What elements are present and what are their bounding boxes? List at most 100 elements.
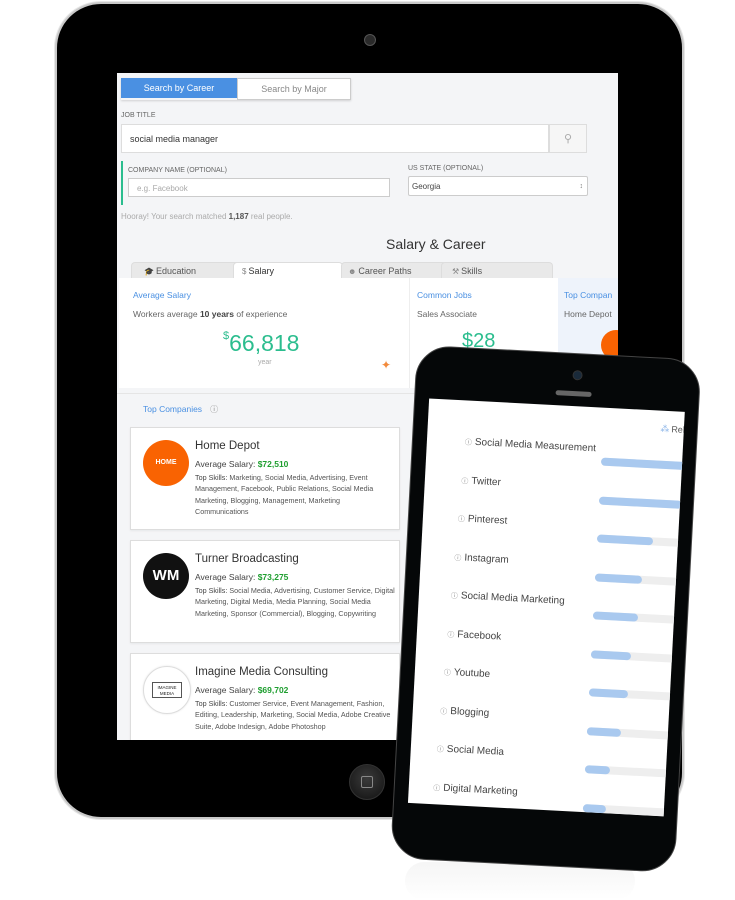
relevance-header[interactable]: ⁂Rele bbox=[660, 424, 685, 437]
relevance-bar-track bbox=[594, 572, 685, 586]
company-skills: Top Skills: Marketing, Social Media, Adv… bbox=[195, 472, 395, 517]
match-count: 1,187 bbox=[228, 212, 249, 221]
relevance-bar-track bbox=[600, 457, 685, 471]
tablet-camera bbox=[364, 34, 376, 46]
skill-label: Facebook bbox=[457, 628, 502, 643]
salary-unit: year bbox=[258, 359, 272, 366]
phone-body: ⁂Rele ⓘ Social Media Measurement ⓘ Twitter ⓘ… bbox=[390, 344, 702, 873]
experience-text: Workers average 10 years of experience bbox=[133, 309, 287, 319]
salary-value: $72,510 bbox=[257, 459, 289, 469]
match-prefix: Hooray! Your search matched bbox=[121, 212, 229, 221]
relevance-bar-fill bbox=[584, 765, 611, 775]
skill-row[interactable]: ⓘ Blogging bbox=[412, 704, 678, 740]
skill-row[interactable]: ⓘ Facebook bbox=[416, 627, 682, 663]
skills-label: Top Skills: bbox=[195, 473, 230, 482]
tab-label: Education bbox=[155, 266, 196, 276]
top-company-name: Home Depot bbox=[564, 309, 612, 319]
skill-label: Pinterest bbox=[467, 513, 508, 527]
job-title-label: JOB TITLE bbox=[121, 112, 156, 119]
salary-label: Average Salary: bbox=[195, 459, 258, 469]
skill-name: ⓘ Blogging bbox=[440, 705, 489, 719]
imagine-media-logo: IMAGINE MEDIA bbox=[143, 666, 191, 714]
search-by-major-tab[interactable]: Search by Major bbox=[237, 78, 351, 100]
relevance-bar-track bbox=[590, 649, 682, 663]
skill-row[interactable]: ⓘ Twitter bbox=[424, 473, 685, 509]
skill-label: Social Media Measurement bbox=[474, 436, 597, 455]
home-depot-logo: HOME bbox=[143, 440, 189, 486]
search-button[interactable]: ⚲ bbox=[549, 124, 587, 153]
info-icon[interactable]: ⓘ bbox=[437, 746, 444, 753]
average-salary-link[interactable]: Average Salary bbox=[133, 290, 191, 300]
skill-row[interactable]: ⓘ Digital Marketing bbox=[408, 780, 674, 817]
relevance-bar-track bbox=[584, 765, 676, 778]
salary-label: Average Salary: bbox=[195, 685, 258, 695]
skill-row[interactable]: ⓘ Pinterest bbox=[422, 511, 685, 548]
info-icon[interactable]: ⓘ bbox=[433, 785, 440, 792]
relevance-bar-track bbox=[586, 726, 678, 740]
info-icon[interactable]: ⓘ bbox=[461, 478, 468, 485]
top-companies-panel-link[interactable]: Top Compan bbox=[564, 290, 612, 300]
salary-label: Average Salary: bbox=[195, 572, 258, 582]
company-name: Turner Broadcasting bbox=[195, 553, 299, 565]
skill-row[interactable]: ⓘ Youtube bbox=[414, 665, 680, 701]
company-card[interactable]: IMAGINE MEDIA Imagine Media Consulting A… bbox=[130, 653, 400, 740]
phone-camera bbox=[572, 369, 583, 381]
info-icon[interactable]: ⓘ bbox=[447, 631, 454, 638]
info-icon[interactable]: ⓘ bbox=[451, 593, 458, 600]
skill-name: ⓘ Digital Marketing bbox=[433, 782, 518, 797]
top-companies-title: Top Companies bbox=[143, 404, 203, 414]
us-state-value: Georgia bbox=[412, 182, 441, 191]
job-title-input[interactable]: social media manager bbox=[121, 124, 549, 153]
skills-label: Top Skills: bbox=[195, 699, 230, 708]
relevance-bar-fill bbox=[590, 649, 632, 660]
salary-value: $69,702 bbox=[257, 685, 289, 695]
relevance-bar-fill bbox=[594, 572, 643, 584]
skill-row[interactable]: ⓘ Social Media bbox=[410, 742, 676, 778]
search-by-career-tab[interactable]: Search by Career bbox=[121, 78, 237, 98]
company-salary: Average Salary: $72,510 bbox=[195, 459, 288, 469]
skill-row[interactable]: ⓘ Social Media Measurement bbox=[426, 434, 685, 471]
company-name-input[interactable]: e.g. Facebook bbox=[128, 178, 390, 197]
tab-salary[interactable]: $ Salary bbox=[233, 262, 343, 279]
company-name: Imagine Media Consulting bbox=[195, 666, 328, 678]
relevance-bar-fill bbox=[600, 457, 685, 471]
dollar-icon: $ bbox=[242, 267, 247, 276]
relevance-bar-fill bbox=[582, 803, 607, 813]
company-card[interactable]: HOME Home Depot Average Salary: $72,510 … bbox=[130, 427, 400, 530]
tab-label: Skills bbox=[461, 266, 483, 276]
tab-career-paths[interactable]: ☻ Career Paths bbox=[341, 262, 447, 279]
skill-label: Social Media bbox=[446, 743, 505, 758]
relevance-bar-track bbox=[592, 611, 684, 625]
tab-skills[interactable]: ⚒ Skills bbox=[441, 262, 553, 279]
career-tabs: 🎓 Education $ Salary ☻ Career Paths ⚒ Skills bbox=[125, 262, 555, 279]
company-card[interactable]: WM Turner Broadcasting Average Salary: $… bbox=[130, 540, 400, 643]
click-pointer-icon: ✦ bbox=[381, 358, 392, 372]
info-icon[interactable]: ⓘ bbox=[440, 708, 447, 715]
skill-label: Digital Marketing bbox=[443, 782, 518, 798]
relevance-bar-track bbox=[598, 496, 685, 509]
skill-list: ⓘ Social Media Measurement ⓘ Twitter ⓘ Pinter… bbox=[429, 398, 685, 817]
info-icon[interactable]: ⓘ bbox=[458, 516, 465, 523]
company-skills: Top Skills: Customer Service, Event Mana… bbox=[195, 698, 395, 732]
skill-row[interactable]: ⓘ Social Media Marketing bbox=[418, 588, 684, 625]
info-icon[interactable]: ⓘ bbox=[444, 670, 451, 677]
info-icon[interactable]: ⓘ bbox=[210, 405, 218, 414]
relevance-bar-fill bbox=[596, 534, 654, 546]
relevance-bar-track bbox=[596, 534, 685, 548]
tablet-home-button[interactable] bbox=[349, 764, 385, 800]
info-icon[interactable]: ⓘ bbox=[454, 555, 461, 562]
relevance-bar-fill bbox=[588, 688, 629, 699]
skill-row[interactable]: ⓘ Instagram bbox=[420, 550, 685, 586]
company-skills: Top Skills: Social Media, Advertising, C… bbox=[195, 585, 395, 619]
network-icon: ⁂ bbox=[660, 423, 670, 435]
company-name: Home Depot bbox=[195, 440, 260, 452]
skill-name: ⓘ Social Media Measurement bbox=[465, 436, 597, 454]
relevance-bar-fill bbox=[598, 496, 683, 509]
us-state-select[interactable]: Georgia ↕ bbox=[408, 176, 588, 196]
info-icon[interactable]: ⓘ bbox=[465, 439, 472, 446]
relevance-bar-track bbox=[582, 803, 674, 817]
tab-education[interactable]: 🎓 Education bbox=[131, 262, 245, 279]
relevance-bar-track bbox=[588, 688, 680, 701]
common-jobs-link[interactable]: Common Jobs bbox=[417, 290, 472, 300]
section-title: Salary & Career bbox=[386, 236, 486, 252]
